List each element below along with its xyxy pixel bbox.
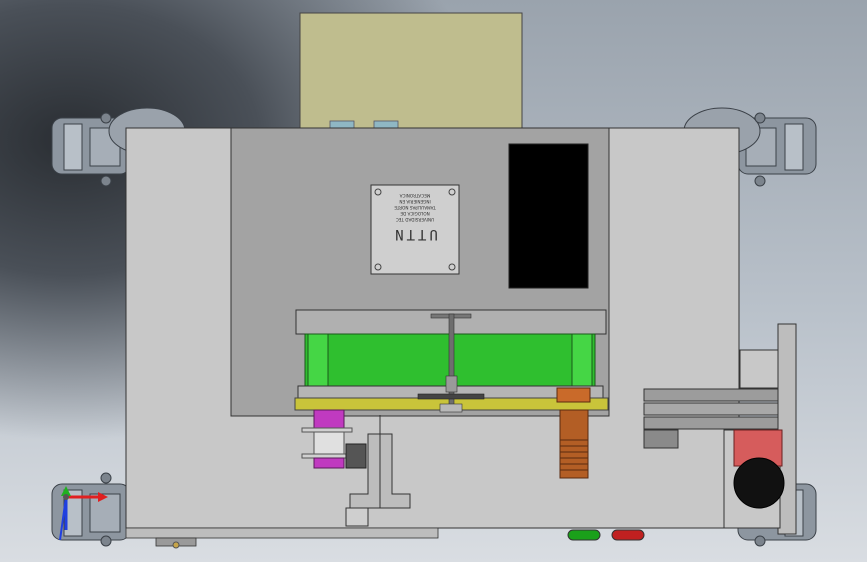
assembly-drawing[interactable]: UTTN UNIVERSIDAD TEC NOLOGICA DE TAMAULI… — [0, 0, 867, 562]
lead-screw-nut — [445, 375, 458, 393]
top-control-box[interactable] — [299, 12, 523, 129]
lead-screw-base — [417, 393, 485, 400]
cad-viewport[interactable]: UTTN UNIVERSIDAD TEC NOLOGICA DE TAMAULI… — [0, 0, 867, 562]
nameplate: UTTN UNIVERSIDAD TEC NOLOGICA DE TAMAULI… — [370, 184, 460, 275]
lead-screw-collar — [439, 403, 463, 413]
copper-spring-column[interactable] — [556, 387, 591, 479]
green-guide-right — [571, 333, 593, 387]
black-knob[interactable] — [733, 457, 785, 509]
top-box-connector-right — [373, 120, 399, 129]
nameplate-title: UTTN — [392, 226, 438, 242]
bottom-rail — [125, 527, 439, 539]
display-screen[interactable] — [508, 143, 589, 289]
nameplate-line-4: INGENIERIA EN — [399, 199, 430, 204]
motor-coupler — [345, 443, 367, 469]
aluminum-profile-small — [345, 507, 369, 527]
nameplate-line-2: NOLOGICA DE — [400, 211, 430, 216]
bottom-rail-bolt — [172, 541, 180, 549]
nameplate-line-3: TAMAULIPAS NORTE — [394, 205, 437, 210]
green-indicator-led[interactable] — [567, 529, 601, 541]
top-box-connector-left — [329, 120, 355, 129]
red-indicator-led[interactable] — [611, 529, 645, 541]
nameplate-line-5: MECATRONICA — [400, 193, 431, 198]
green-guide-left — [307, 333, 329, 387]
nameplate-line-1: UNIVERSIDAD TEC — [396, 217, 435, 222]
